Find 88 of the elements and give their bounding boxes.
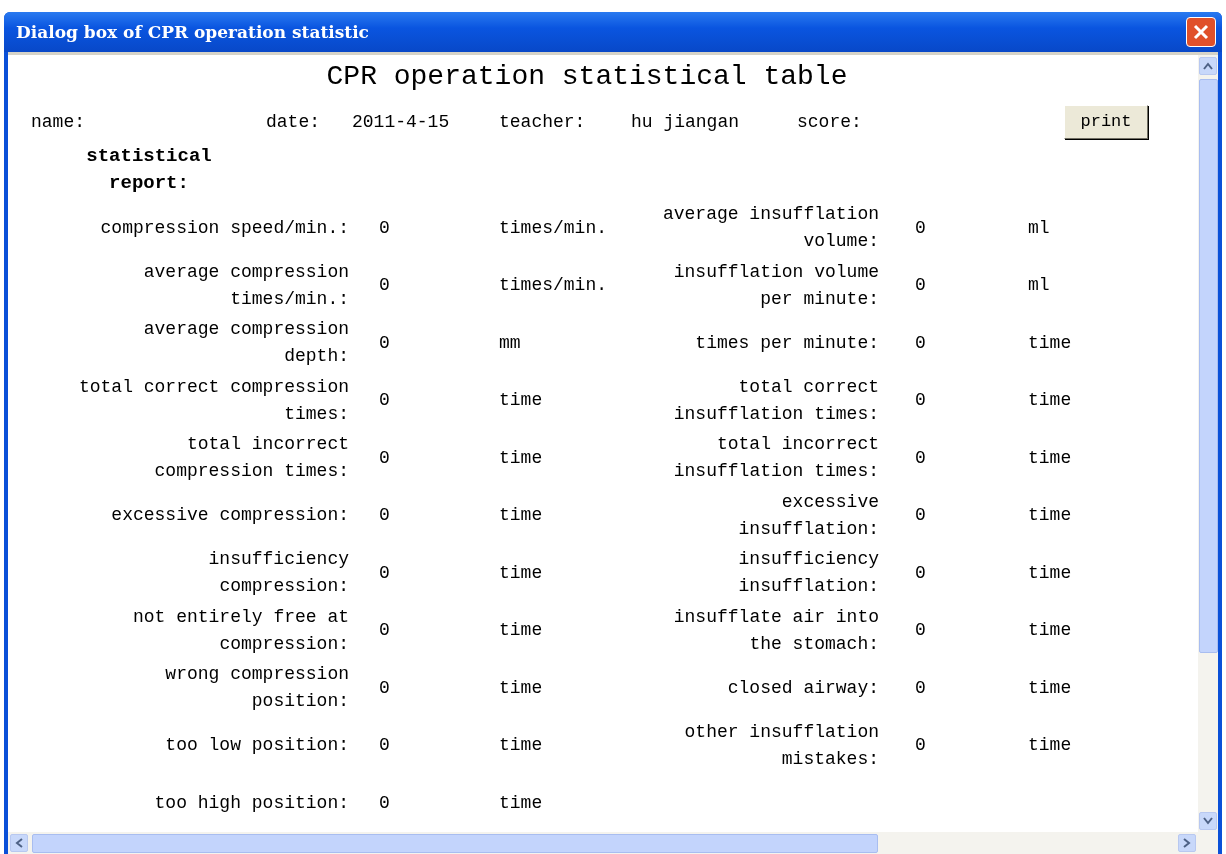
stat-label: total incorrect insufflation times: bbox=[672, 433, 879, 484]
stat-unit: time bbox=[1028, 561, 1073, 585]
stat-unit: time bbox=[499, 561, 544, 585]
stat-unit: time bbox=[499, 676, 544, 700]
stat-value: 0 bbox=[915, 389, 927, 413]
stat-unit: time bbox=[1028, 446, 1073, 470]
stat-label: excessive compression: bbox=[110, 504, 349, 528]
stat-label: total correct insufflation times: bbox=[672, 375, 879, 426]
stat-value: 0 bbox=[379, 791, 391, 815]
stat-unit: time bbox=[1028, 734, 1073, 758]
stat-value: 0 bbox=[915, 676, 927, 700]
stat-label: average insufflation volume: bbox=[661, 203, 879, 254]
print-button[interactable]: print bbox=[1064, 104, 1148, 139]
stat-label: insufficiency compression: bbox=[207, 548, 349, 599]
stat-value: 0 bbox=[379, 389, 391, 413]
stat-label: average compression times/min.: bbox=[142, 260, 349, 311]
stat-label: times per minute: bbox=[694, 331, 879, 355]
scrollbar-thumb[interactable] bbox=[1198, 78, 1218, 653]
stat-unit: times/min. bbox=[499, 274, 609, 298]
stat-unit: times/min. bbox=[499, 216, 609, 240]
info-label: name: bbox=[31, 111, 86, 132]
stat-value: 0 bbox=[379, 331, 391, 355]
stat-label: insufficiency insufflation: bbox=[737, 548, 879, 599]
stat-label: excessive insufflation: bbox=[737, 490, 879, 541]
stat-value: 0 bbox=[915, 446, 927, 470]
horizontal-scrollbar[interactable] bbox=[8, 832, 1198, 854]
close-button[interactable] bbox=[1186, 16, 1216, 47]
stat-value: 0 bbox=[379, 504, 391, 528]
stat-label: insufflate air into the stomach: bbox=[672, 605, 879, 656]
stat-unit: time bbox=[1028, 676, 1073, 700]
info-label: teacher: bbox=[499, 111, 587, 132]
stat-unit: time bbox=[499, 504, 544, 528]
stat-value: 0 bbox=[915, 561, 927, 585]
stat-label: not entirely free at compression: bbox=[131, 605, 349, 656]
stat-unit: ml bbox=[1028, 216, 1051, 240]
stat-label: total correct compression times: bbox=[77, 375, 349, 426]
scroll-down-button[interactable] bbox=[1199, 812, 1217, 830]
stat-label: wrong compression position: bbox=[164, 663, 349, 714]
stat-value: 0 bbox=[379, 216, 391, 240]
stat-label: other insufflation mistakes: bbox=[683, 720, 879, 771]
stat-label: insufflation volume per minute: bbox=[672, 260, 879, 311]
stat-label: average compression depth: bbox=[142, 318, 349, 369]
scroll-up-button[interactable] bbox=[1199, 56, 1217, 75]
scrollbar-thumb[interactable] bbox=[32, 833, 878, 853]
stat-value: 0 bbox=[915, 331, 927, 355]
scroll-right-button[interactable] bbox=[1178, 834, 1196, 852]
stat-value: 0 bbox=[915, 274, 927, 298]
vertical-scrollbar[interactable] bbox=[1198, 54, 1218, 832]
stat-unit: mm bbox=[499, 331, 522, 355]
stat-unit: ml bbox=[1028, 274, 1051, 298]
stat-label: total incorrect compression times: bbox=[153, 433, 349, 484]
stat-label: too low position: bbox=[164, 734, 349, 758]
stat-unit: time bbox=[499, 619, 544, 643]
stat-unit: time bbox=[1028, 331, 1073, 355]
stat-unit: time bbox=[499, 791, 544, 815]
scroll-left-button[interactable] bbox=[10, 834, 28, 852]
stat-label: too high position: bbox=[153, 791, 349, 815]
chevron-right-icon bbox=[1183, 838, 1191, 848]
chevron-up-icon bbox=[1203, 61, 1213, 70]
section-title: statistical report: bbox=[85, 143, 213, 196]
stat-value: 0 bbox=[915, 619, 927, 643]
stat-unit: time bbox=[499, 389, 544, 413]
chevron-left-icon bbox=[15, 838, 23, 848]
window-title: Dialog box of CPR operation statistic bbox=[15, 21, 369, 42]
stat-unit: time bbox=[1028, 619, 1073, 643]
stat-value: 0 bbox=[379, 676, 391, 700]
stat-value: 0 bbox=[379, 446, 391, 470]
scrollbar-corner bbox=[1198, 832, 1218, 854]
table-heading: CPR operation statistical table bbox=[325, 59, 849, 94]
info-value: 2011-4-15 bbox=[352, 111, 451, 132]
close-icon bbox=[1192, 22, 1210, 41]
stat-value: 0 bbox=[915, 734, 927, 758]
info-value: hu jiangan bbox=[631, 111, 741, 132]
stat-label: closed airway: bbox=[726, 676, 879, 700]
chevron-down-icon bbox=[1203, 817, 1213, 825]
stat-value: 0 bbox=[379, 619, 391, 643]
stat-value: 0 bbox=[379, 561, 391, 585]
stat-unit: time bbox=[1028, 389, 1073, 413]
stat-value: 0 bbox=[379, 274, 391, 298]
stat-value: 0 bbox=[915, 504, 927, 528]
stat-label: compression speed/min.: bbox=[99, 216, 349, 240]
stat-value: 0 bbox=[379, 734, 391, 758]
info-label: score: bbox=[797, 111, 863, 132]
stat-unit: time bbox=[1028, 504, 1073, 528]
stat-unit: time bbox=[499, 446, 544, 470]
stat-unit: time bbox=[499, 734, 544, 758]
stat-value: 0 bbox=[915, 216, 927, 240]
info-label: date: bbox=[266, 111, 321, 132]
